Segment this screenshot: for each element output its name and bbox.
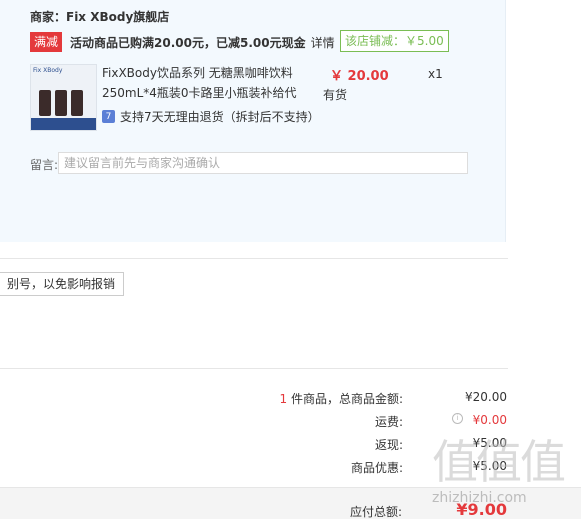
rebate-label: 返现: xyxy=(374,438,403,452)
shipping-amount: ¥0.00 xyxy=(472,413,507,427)
coffee-bottle-icon xyxy=(71,90,83,116)
return-policy-icon: 7 xyxy=(102,110,115,123)
total-items-label: 1 件商品，总商品金额: xyxy=(279,392,404,406)
info-icon[interactable]: i xyxy=(452,413,463,424)
pay-total-label: 应付总额: xyxy=(349,505,402,519)
message-input[interactable] xyxy=(58,152,468,174)
store-discount-badge: 该店铺减：￥5.00 xyxy=(340,30,449,52)
total-amount: ¥20.00 xyxy=(465,390,507,404)
invoice-note-button[interactable]: 别号，以免影响报销 xyxy=(0,272,125,296)
promo-text: 活动商品已购满20.00元，已减5.00元现金 xyxy=(70,35,306,50)
shop-block: 商家：Fix XBody旗舰店 满减 活动商品已购满20.00元，已减5.00元… xyxy=(0,0,506,242)
message-label: 留言: xyxy=(30,158,59,172)
shop-title[interactable]: 商家：Fix XBody旗舰店 xyxy=(30,8,169,25)
promo-tag: 满减 xyxy=(30,32,63,52)
discount-label: 商品优惠: xyxy=(350,461,403,475)
promo-detail-link[interactable]: 详情 xyxy=(311,34,335,51)
product-price: ￥ 20.00 xyxy=(330,69,389,84)
product-image[interactable]: Fix XBody xyxy=(30,64,97,131)
shipping-label: 运费: xyxy=(374,415,403,429)
product-image-band xyxy=(31,118,96,130)
promo-row: 满减 活动商品已购满20.00元，已减5.00元现金 详情 xyxy=(30,31,335,53)
product-stock: 有货 xyxy=(323,88,348,102)
watermark-url: zhizhizhi.com xyxy=(432,490,527,506)
divider xyxy=(0,368,508,369)
product-name-link[interactable]: FixXBody饮品系列 无糖黑咖啡饮料250mL*4瓶装0卡路里小瓶装补给代 xyxy=(102,63,297,103)
coffee-bottle-icon xyxy=(39,90,51,116)
return-policy-text: 支持7天无理由退货（拆封后不支持） xyxy=(120,110,320,124)
product-image-label: Fix XBody xyxy=(33,67,63,74)
watermark-logo: 值值值 xyxy=(432,435,566,489)
coffee-bottle-icon xyxy=(55,90,67,116)
divider xyxy=(0,258,508,259)
item-count: 1 xyxy=(279,392,288,406)
product-quantity: x1 xyxy=(428,67,443,81)
return-policy: 7 支持7天无理由退货（拆封后不支持） xyxy=(102,108,320,125)
